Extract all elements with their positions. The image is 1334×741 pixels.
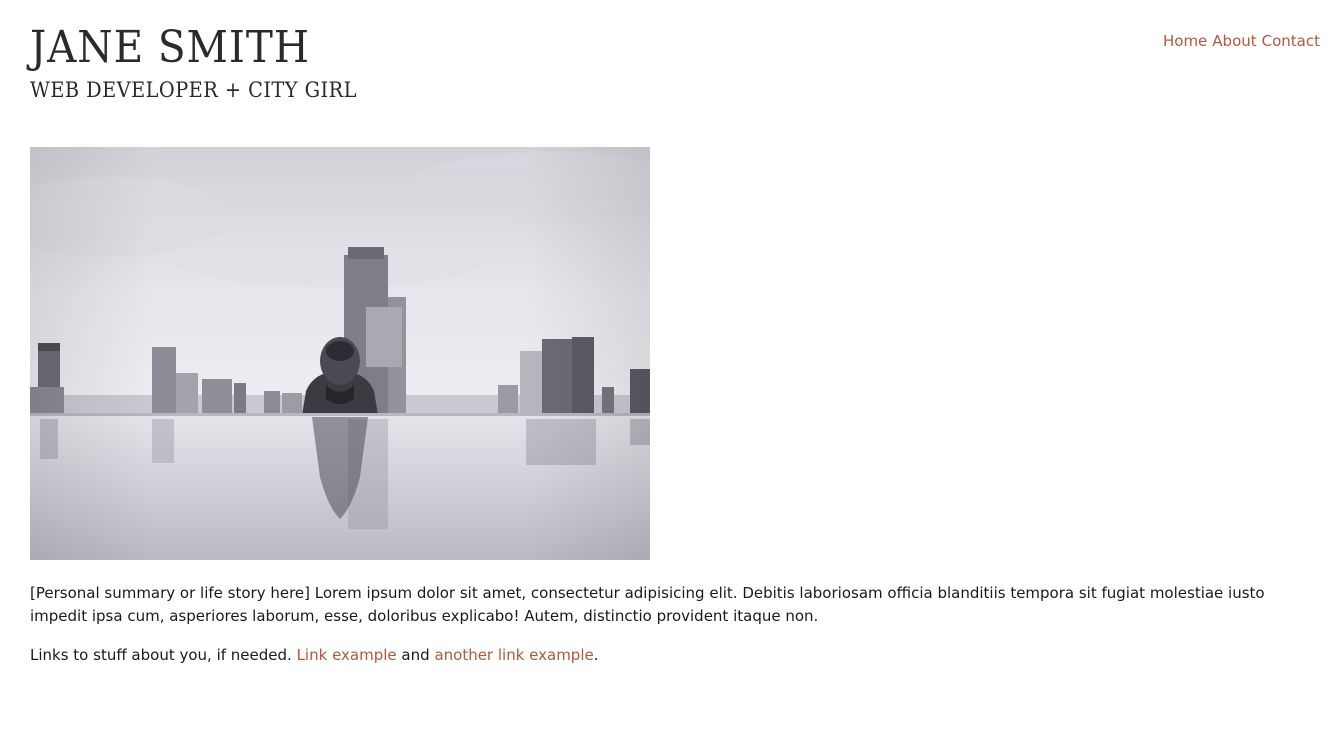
nav-link-home[interactable]: Home [1163,32,1207,50]
site-header: JANE SMITH WEB DEVELOPER + CITY GIRL [30,22,1304,112]
another-link-example[interactable]: another link example [434,646,593,664]
main-content: [Personal summary or life story here] Lo… [30,582,1304,683]
nav-link-contact[interactable]: Contact [1262,32,1320,50]
links-connector: and [401,646,430,664]
hero-photo [30,147,650,560]
link-example[interactable]: Link example [297,646,397,664]
main-nav: Home About Contact [1163,32,1320,50]
site-title: JANE SMITH [30,22,310,73]
links-intro: Links to stuff about you, if needed. [30,646,292,664]
nav-link-about[interactable]: About [1212,32,1256,50]
summary-paragraph: [Personal summary or life story here] Lo… [30,584,1265,625]
links-paragraph: Links to stuff about you, if needed. Lin… [30,644,1304,667]
hero-image [30,147,650,560]
links-end: . [593,646,599,664]
site-tagline: WEB DEVELOPER + CITY GIRL [30,78,357,102]
